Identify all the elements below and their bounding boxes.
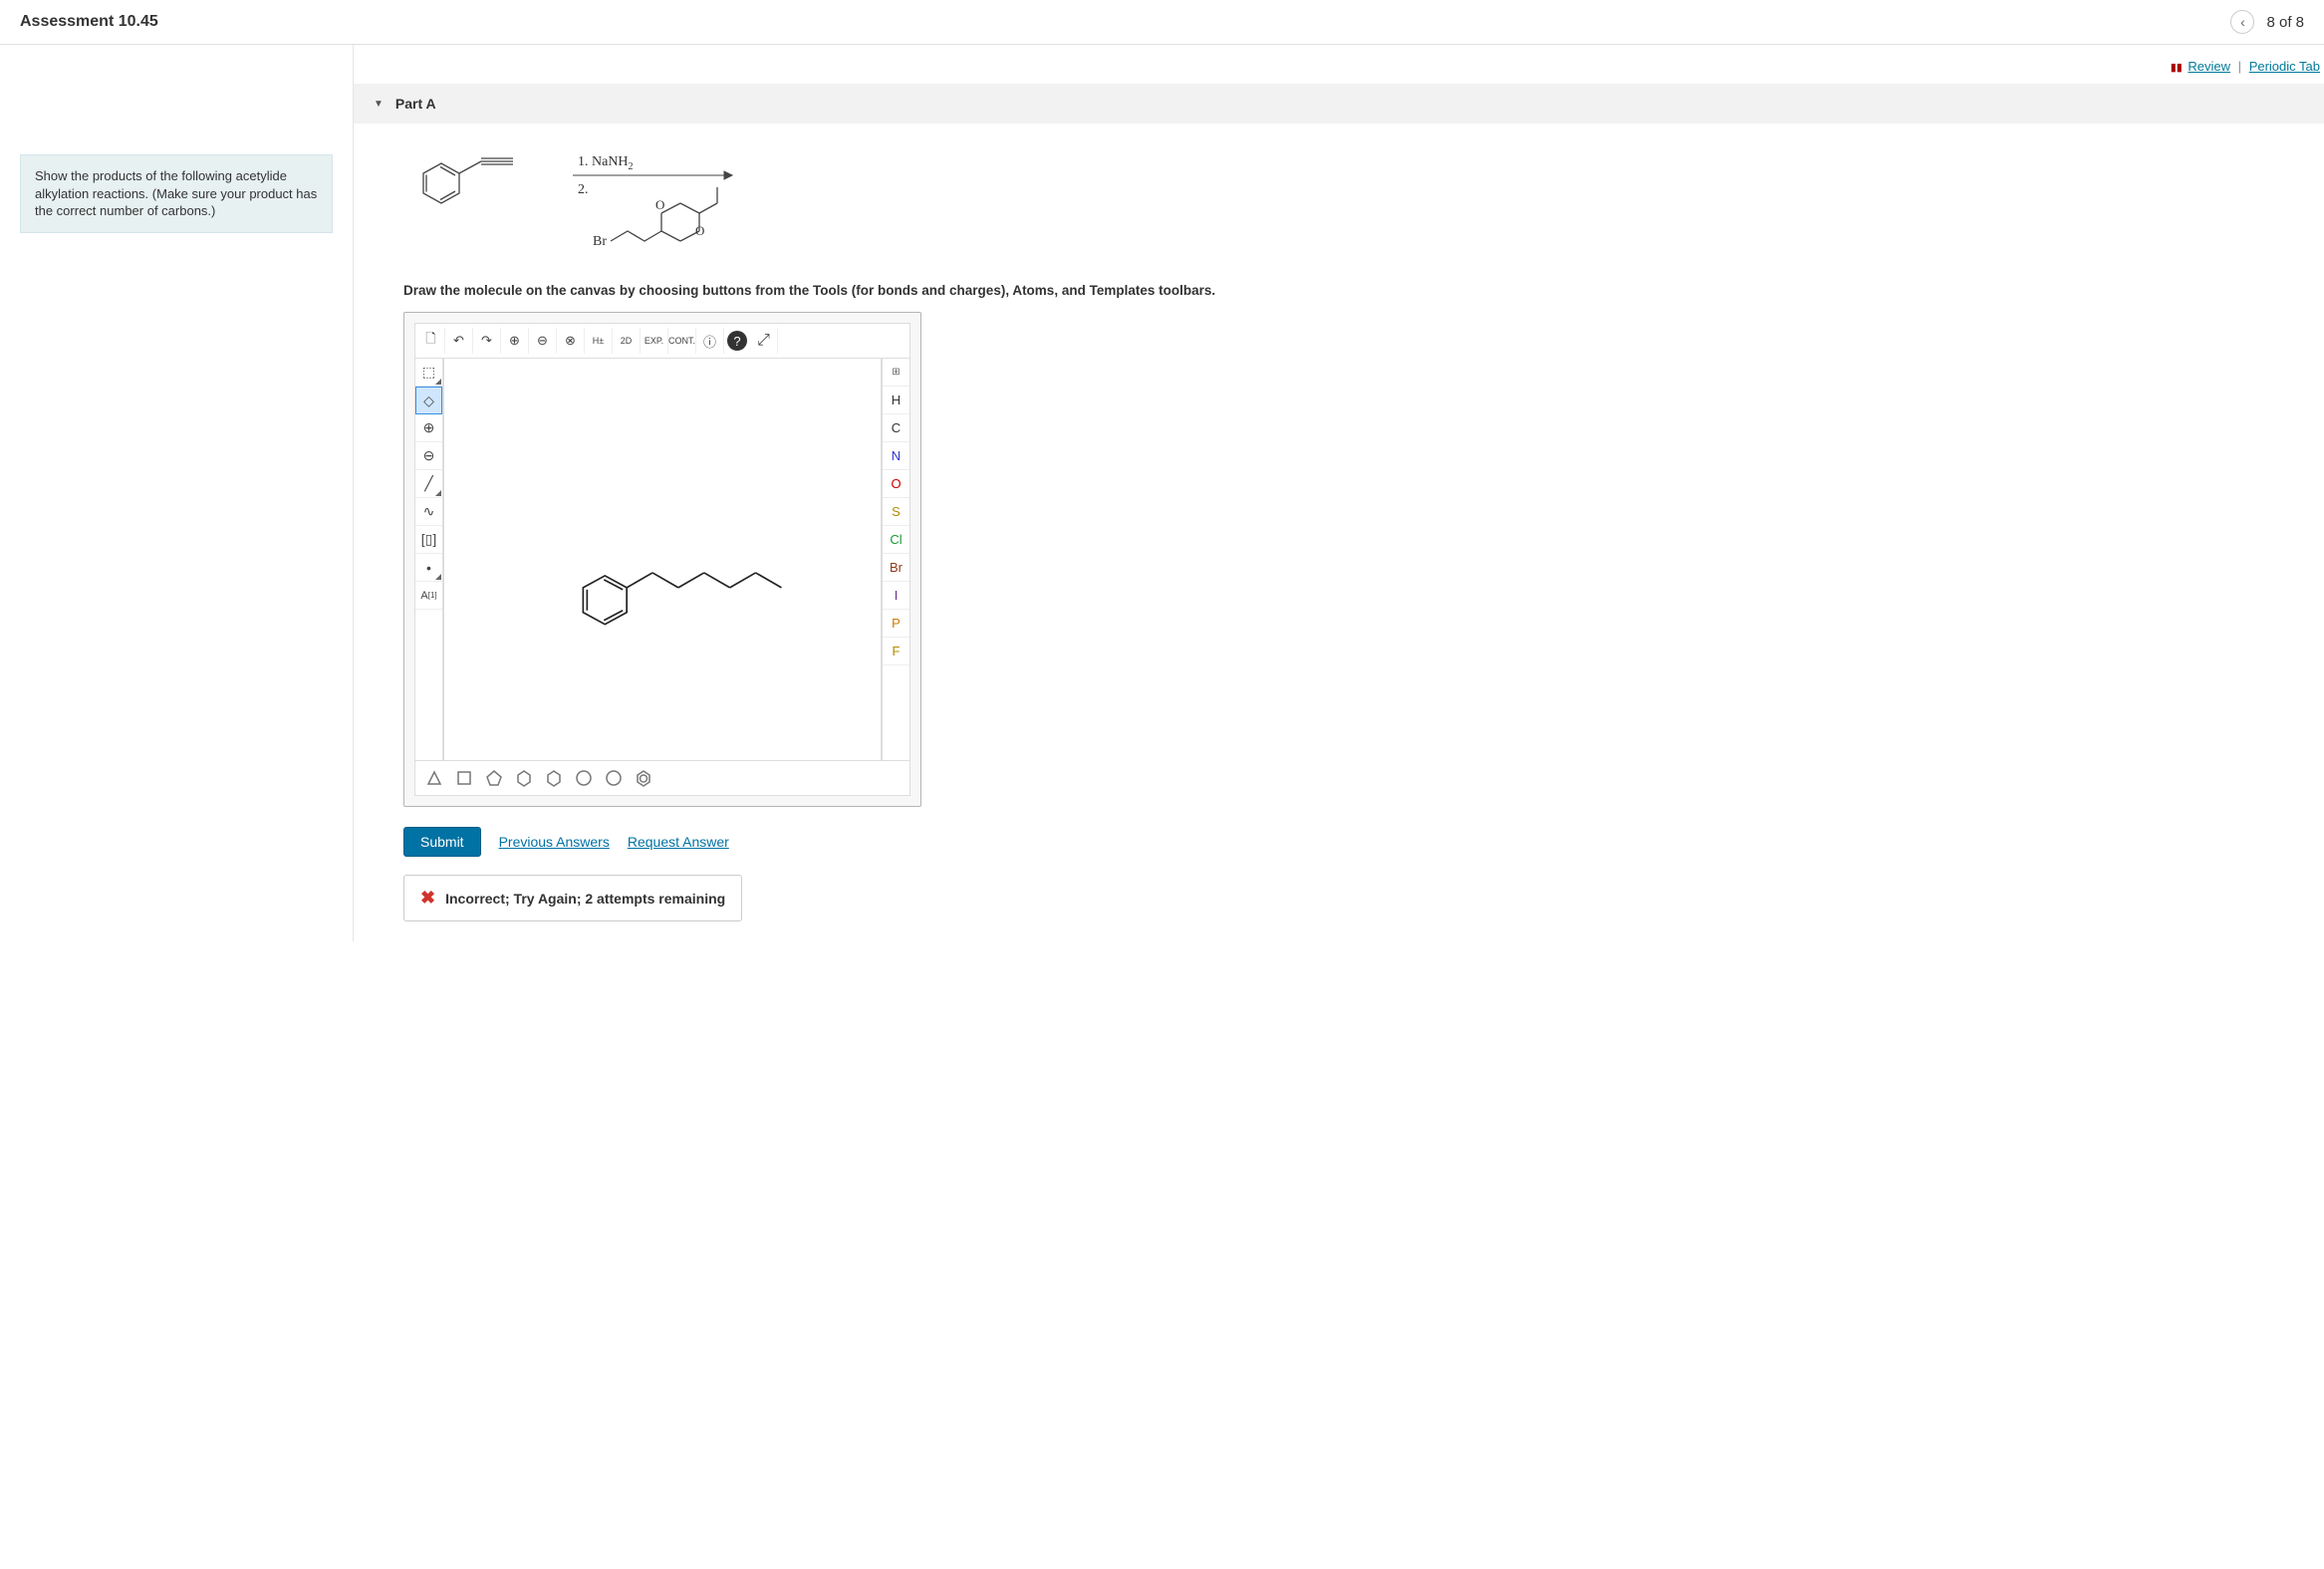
br-label: Br	[593, 234, 607, 249]
help-icon[interactable]: ?	[727, 331, 747, 351]
redo-icon[interactable]: ↷	[473, 328, 501, 354]
content-area: ▮▮ Review | Periodic Tab ▼ Part A	[354, 45, 2324, 941]
sidebar: Show the products of the following acety…	[0, 45, 354, 941]
heptagon-template[interactable]	[573, 767, 595, 789]
octagon-template[interactable]	[603, 767, 625, 789]
triangle-template[interactable]	[423, 767, 445, 789]
atom-S[interactable]: S	[883, 498, 909, 526]
header-bar: Assessment 10.45 ‹ 8 of 8	[0, 0, 2324, 45]
molecule-editor: 🗋 ↶ ↷ ⊕ ⊖ ⊗ H± 2D EXP. CONT. ⓘ ? ⤢ ⬚	[403, 312, 921, 807]
oxygen-label-2: O	[695, 223, 704, 238]
zoom-out-icon[interactable]: ⊖	[529, 328, 557, 354]
expand-button[interactable]: EXP.	[641, 328, 668, 354]
hexagon-template[interactable]	[513, 767, 535, 789]
atom-O[interactable]: O	[883, 470, 909, 498]
zoom-in-icon[interactable]: ⊕	[501, 328, 529, 354]
incorrect-icon: ✖	[420, 888, 435, 909]
action-row: Submit Previous Answers Request Answer	[403, 827, 2304, 857]
periodic-table-icon[interactable]: ⊞	[883, 359, 909, 387]
atom-I[interactable]: I	[883, 582, 909, 610]
fullscreen-icon[interactable]: ⤢	[750, 328, 778, 354]
square-template[interactable]	[453, 767, 475, 789]
question-prompt: Show the products of the following acety…	[20, 154, 333, 233]
info-icon[interactable]: ⓘ	[696, 328, 724, 354]
single-bond-tool[interactable]: ╱	[415, 470, 442, 498]
editor-atom-toolbar: ⊞ H C N O S Cl Br I P F	[882, 359, 909, 760]
draw-instruction: Draw the molecule on the canvas by choos…	[403, 283, 2304, 298]
new-document-icon[interactable]: 🗋	[417, 328, 445, 354]
hydrogen-toggle-button[interactable]: H±	[585, 328, 613, 354]
zoom-fit-icon[interactable]: ⊗	[557, 328, 585, 354]
reagent-step1: 1. NaNH	[578, 154, 629, 169]
benzene-template[interactable]	[633, 767, 654, 789]
page-indicator: 8 of 8	[2266, 14, 2304, 31]
atom-C[interactable]: C	[883, 414, 909, 442]
oxygen-label-1: O	[655, 197, 664, 212]
pentagon-template[interactable]	[483, 767, 505, 789]
chain-tool[interactable]: ∿	[415, 498, 442, 526]
part-header[interactable]: ▼ Part A	[354, 84, 2324, 124]
part-label: Part A	[395, 96, 436, 112]
review-flag-icon: ▮▮	[2171, 62, 2183, 74]
editor-left-toolbar: ⬚ ◇ ⊕ ⊖ ╱ ∿ [▯] • A[1]	[415, 359, 443, 760]
editor-bottom-toolbar	[414, 761, 910, 796]
svg-text:1. NaNH2: 1. NaNH2	[578, 154, 634, 172]
undo-icon[interactable]: ↶	[445, 328, 473, 354]
nav-controls: ‹ 8 of 8	[2230, 10, 2304, 34]
atom-P[interactable]: P	[883, 610, 909, 638]
reagent-step2: 2.	[578, 182, 589, 197]
review-bar: ▮▮ Review | Periodic Tab	[354, 59, 2324, 84]
review-link[interactable]: Review	[2188, 59, 2230, 74]
drawing-canvas[interactable]	[443, 359, 882, 760]
select-tool[interactable]: ⬚	[415, 359, 442, 387]
eraser-tool[interactable]: ◇	[415, 387, 442, 414]
atom-N[interactable]: N	[883, 442, 909, 470]
feedback-box: ✖ Incorrect; Try Again; 2 attempts remai…	[403, 875, 742, 921]
bracket-tool[interactable]: [▯]	[415, 526, 442, 554]
add-charge-tool[interactable]: ⊕	[415, 414, 442, 442]
radical-tool[interactable]: •	[415, 554, 442, 582]
periodic-table-link[interactable]: Periodic Tab	[2249, 59, 2320, 74]
atom-Br[interactable]: Br	[883, 554, 909, 582]
reaction-figure: 1. NaNH2 2. Br O O	[403, 143, 2304, 263]
contract-button[interactable]: CONT.	[668, 328, 696, 354]
assessment-title: Assessment 10.45	[20, 13, 158, 31]
request-answer-link[interactable]: Request Answer	[628, 834, 729, 850]
prev-question-button[interactable]: ‹	[2230, 10, 2254, 34]
feedback-text: Incorrect; Try Again; 2 attempts remaini…	[445, 891, 725, 907]
atom-Cl[interactable]: Cl	[883, 526, 909, 554]
hexagon2-template[interactable]	[543, 767, 565, 789]
remove-charge-tool[interactable]: ⊖	[415, 442, 442, 470]
atom-label-tool[interactable]: A[1]	[415, 582, 442, 610]
previous-answers-link[interactable]: Previous Answers	[499, 834, 610, 850]
collapse-icon: ▼	[374, 99, 384, 110]
atom-F[interactable]: F	[883, 638, 909, 665]
atom-H[interactable]: H	[883, 387, 909, 414]
editor-top-toolbar: 🗋 ↶ ↷ ⊕ ⊖ ⊗ H± 2D EXP. CONT. ⓘ ? ⤢	[414, 323, 910, 358]
view-2d-button[interactable]: 2D	[613, 328, 641, 354]
submit-button[interactable]: Submit	[403, 827, 481, 857]
